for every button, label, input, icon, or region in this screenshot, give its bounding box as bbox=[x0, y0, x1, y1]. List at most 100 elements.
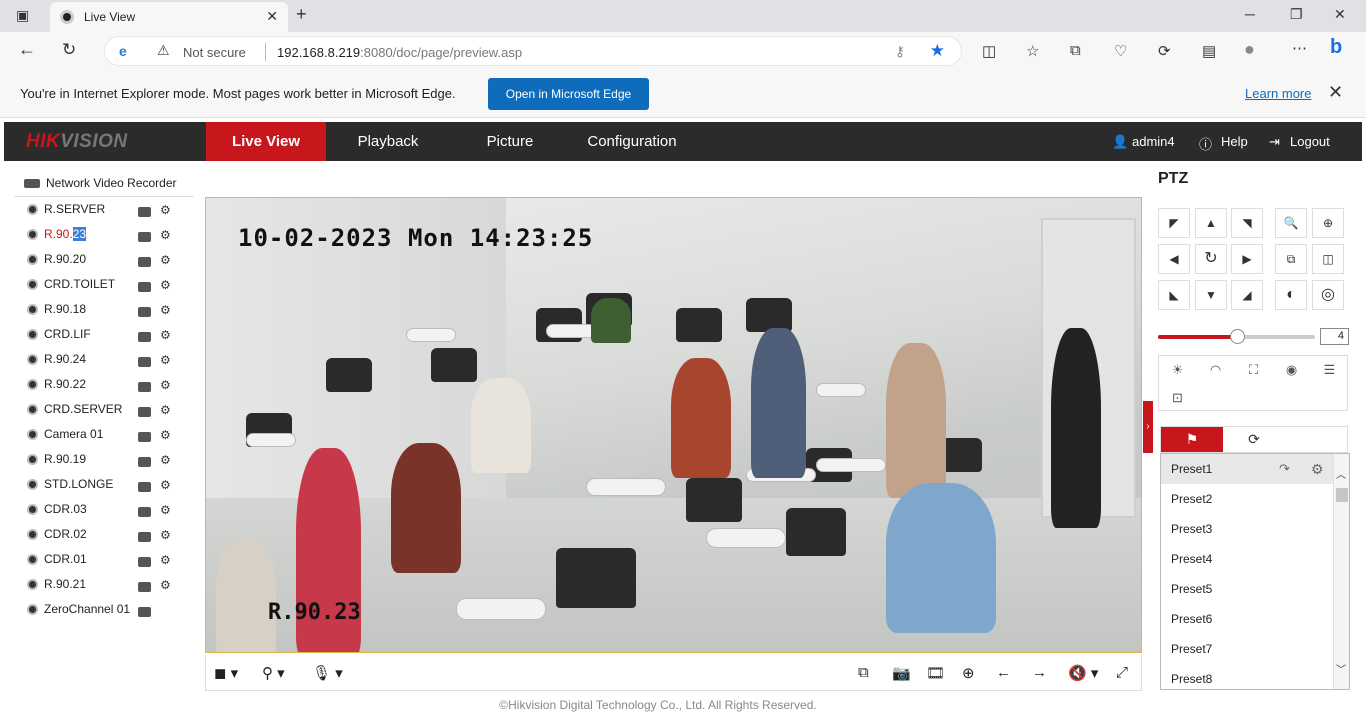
camera-name[interactable]: CDR.01 bbox=[44, 552, 87, 566]
camera-settings-icon[interactable]: ⚙ bbox=[160, 328, 171, 342]
stream-type-icon[interactable]: ⚲ ▾ bbox=[262, 664, 285, 682]
sync-icon[interactable]: ⟳ bbox=[1158, 42, 1171, 60]
maximize-icon[interactable]: ❐ bbox=[1290, 6, 1303, 23]
ie-mode-icon[interactable]: e bbox=[119, 43, 127, 59]
start-live-view-icon[interactable] bbox=[138, 532, 151, 542]
learn-more-link[interactable]: Learn more bbox=[1245, 86, 1311, 101]
help-icon[interactable]: ⓘ bbox=[1199, 134, 1212, 153]
camera-settings-icon[interactable]: ⚙ bbox=[160, 228, 171, 242]
start-live-view-icon[interactable] bbox=[138, 457, 151, 467]
back-icon[interactable]: ← bbox=[18, 39, 36, 60]
camera-row[interactable]: ZeroChannel 01 bbox=[14, 598, 194, 623]
camera-settings-icon[interactable]: ⚙ bbox=[160, 578, 171, 592]
close-banner-icon[interactable]: ✕ bbox=[1328, 82, 1343, 103]
device-tree-root[interactable]: Network Video Recorder bbox=[24, 176, 177, 190]
url-text[interactable]: 192.168.8.219:8080/doc/page/preview.asp bbox=[277, 45, 522, 60]
preset-item[interactable]: Preset4 bbox=[1161, 544, 1349, 574]
camera-row[interactable]: Camera 01 ⚙ bbox=[14, 423, 194, 448]
start-live-view-icon[interactable] bbox=[138, 507, 151, 517]
not-secure-label[interactable]: Not secure bbox=[183, 45, 246, 60]
preset-item[interactable]: Preset8 bbox=[1161, 664, 1349, 689]
one-touch-focus-icon[interactable]: ⛶ bbox=[1235, 356, 1272, 383]
ptz-down-right-button[interactable]: ◢ bbox=[1231, 280, 1263, 310]
camera-row[interactable]: CDR.03 ⚙ bbox=[14, 498, 194, 523]
fullscreen-icon[interactable]: ⤢ bbox=[1116, 664, 1128, 681]
logout-link[interactable]: Logout bbox=[1290, 134, 1330, 149]
camera-row[interactable]: CRD.LIF ⚙ bbox=[14, 323, 194, 348]
close-tab-icon[interactable]: ✕ bbox=[266, 8, 278, 25]
focus-far-icon[interactable]: ◫ bbox=[1312, 244, 1344, 274]
set-preset-icon[interactable]: ⚙ bbox=[1311, 454, 1324, 484]
live-video-pane[interactable]: 10-02-2023 Mon 14:23:25 R.90.23 bbox=[205, 197, 1142, 653]
camera-settings-icon[interactable]: ⚙ bbox=[160, 528, 171, 542]
pattern-tab[interactable] bbox=[1285, 427, 1347, 452]
ptz-up-button[interactable]: ▲ bbox=[1195, 208, 1227, 238]
ptz-speed-value[interactable]: 4 bbox=[1320, 328, 1349, 345]
camera-settings-icon[interactable]: ⚙ bbox=[160, 428, 171, 442]
key-icon[interactable]: ⚷ bbox=[895, 43, 905, 60]
camera-settings-icon[interactable]: ⚙ bbox=[160, 503, 171, 517]
zoom-in-icon[interactable]: ⊕ bbox=[1312, 208, 1344, 238]
camera-name[interactable]: CDR.03 bbox=[44, 502, 87, 516]
camera-settings-icon[interactable]: ⚙ bbox=[160, 553, 171, 567]
more-menu-icon[interactable]: ⋯ bbox=[1292, 39, 1307, 57]
scroll-thumb[interactable] bbox=[1336, 488, 1348, 502]
ptz-up-left-button[interactable]: ◤ bbox=[1158, 208, 1190, 238]
camera-row[interactable]: R.90.18 ⚙ bbox=[14, 298, 194, 323]
start-live-view-icon[interactable] bbox=[138, 307, 151, 317]
logout-icon[interactable]: ⇥ bbox=[1269, 134, 1280, 150]
call-preset-icon[interactable]: ↷ bbox=[1279, 454, 1290, 484]
scroll-up-icon[interactable]: ︿ bbox=[1336, 466, 1346, 481]
start-live-view-icon[interactable] bbox=[138, 607, 151, 617]
preset-item[interactable]: Preset7 bbox=[1161, 634, 1349, 664]
start-live-view-icon[interactable] bbox=[138, 282, 151, 292]
ptz-speed-knob[interactable] bbox=[1229, 329, 1245, 344]
stop-all-icon[interactable]: ⧉ bbox=[858, 664, 869, 681]
bing-copilot-icon[interactable]: b bbox=[1330, 36, 1342, 59]
camera-row[interactable]: CDR.01 ⚙ bbox=[14, 548, 194, 573]
profile-avatar[interactable]: ● bbox=[1244, 39, 1255, 60]
focus-near-icon[interactable]: ⧉ bbox=[1275, 244, 1307, 274]
record-icon[interactable]: 🎞 bbox=[926, 664, 945, 682]
camera-row[interactable]: R.SERVER ⚙ bbox=[14, 198, 194, 223]
mute-icon[interactable]: 🔇 ▾ bbox=[1068, 664, 1098, 682]
camera-settings-icon[interactable]: ⚙ bbox=[160, 353, 171, 367]
camera-name[interactable]: R.SERVER bbox=[44, 202, 105, 216]
scroll-down-icon[interactable]: ﹀ bbox=[1336, 661, 1346, 676]
start-live-view-icon[interactable] bbox=[138, 207, 151, 217]
start-live-view-icon[interactable] bbox=[138, 407, 151, 417]
camera-settings-icon[interactable]: ⚙ bbox=[160, 378, 171, 392]
start-live-view-icon[interactable] bbox=[138, 432, 151, 442]
new-tab-icon[interactable]: + bbox=[296, 4, 307, 25]
camera-settings-icon[interactable]: ⚙ bbox=[160, 203, 171, 217]
camera-settings-icon[interactable]: ⚙ bbox=[160, 278, 171, 292]
extensions-icon[interactable]: ▤ bbox=[1202, 42, 1216, 60]
preset-item[interactable]: Preset2 bbox=[1161, 484, 1349, 514]
window-layout-icon[interactable]: ◼ ▾ bbox=[214, 664, 238, 682]
collapse-ptz-handle[interactable]: › bbox=[1143, 401, 1153, 453]
start-live-view-icon[interactable] bbox=[138, 332, 151, 342]
camera-name[interactable]: STD.LONGE bbox=[44, 477, 113, 491]
camera-name[interactable]: CRD.TOILET bbox=[44, 277, 115, 291]
camera-name[interactable]: CRD.SERVER bbox=[44, 402, 122, 416]
iris-open-icon[interactable]: ◐ bbox=[1275, 280, 1307, 310]
camera-name[interactable]: CDR.02 bbox=[44, 527, 87, 541]
zoom-out-icon[interactable]: 🔍 bbox=[1275, 208, 1307, 238]
camera-row[interactable]: R.90.22 ⚙ bbox=[14, 373, 194, 398]
camera-row[interactable]: R.90.21 ⚙ bbox=[14, 573, 194, 598]
previous-page-icon[interactable]: ← bbox=[996, 664, 1011, 681]
capture-icon[interactable]: 📷 bbox=[892, 664, 911, 682]
next-page-icon[interactable]: → bbox=[1032, 664, 1047, 681]
camera-settings-icon[interactable]: ⚙ bbox=[160, 303, 171, 317]
tab-configuration[interactable]: Configuration bbox=[572, 122, 692, 161]
preset-item[interactable]: Preset1 ↷ ⚙ bbox=[1161, 454, 1349, 484]
preset-item[interactable]: Preset5 bbox=[1161, 574, 1349, 604]
manual-tracking-icon[interactable]: ⊡ bbox=[1159, 384, 1196, 411]
ptz-down-button[interactable]: ▼ bbox=[1195, 280, 1227, 310]
start-live-view-icon[interactable] bbox=[138, 582, 151, 592]
tab-playback[interactable]: Playback bbox=[328, 122, 448, 161]
light-icon[interactable]: ☀ bbox=[1159, 356, 1196, 383]
start-live-view-icon[interactable] bbox=[138, 557, 151, 567]
camera-name[interactable]: R.90.24 bbox=[44, 352, 86, 366]
open-in-edge-button[interactable]: Open in Microsoft Edge bbox=[488, 78, 649, 110]
